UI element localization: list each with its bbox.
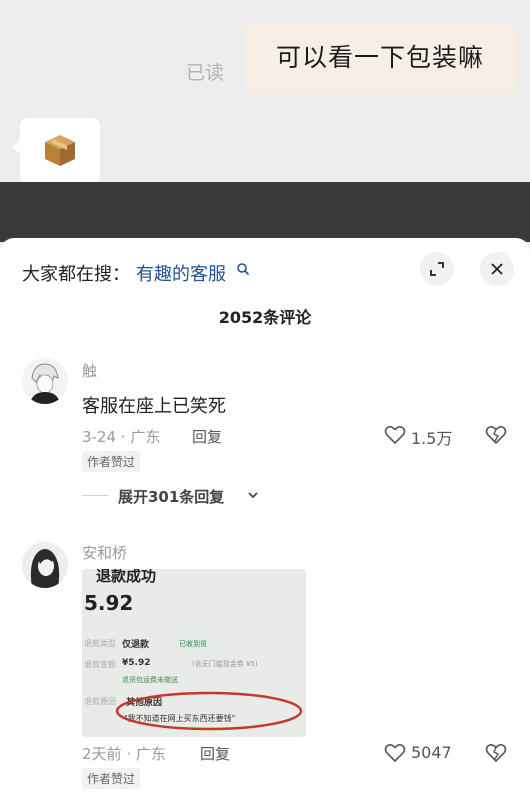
search-icon (237, 263, 250, 276)
like-count: 1.5万 (411, 429, 453, 448)
comment-date-location: 3-24 · 广东 (82, 428, 161, 446)
image-row-tag: 已收到货 (176, 638, 210, 650)
comment-username[interactable]: 安和桥 (82, 542, 127, 563)
close-button[interactable] (480, 252, 514, 286)
expand-divider (82, 495, 108, 496)
comment-sheet: 大家都在搜： 有趣的客服 2052条评论 触 客服在座上已笑死 3-24 · 广… (0, 238, 530, 800)
image-refund-amount: 5.92 (84, 591, 134, 615)
image-refund-title: 退款成功 (96, 569, 157, 585)
received-image-bubble[interactable] (13, 118, 100, 184)
dislike-broken-heart-icon[interactable] (485, 742, 507, 764)
search-prefix-label: 大家都在搜： (22, 264, 130, 285)
sent-message-bubble[interactable]: 可以看一下包装嘛 (244, 22, 516, 94)
dim-overlay (0, 182, 530, 242)
chat-background: 已读 可以看一下包装嘛 (0, 0, 530, 184)
read-status: 已读 (186, 62, 225, 84)
image-row-value: 仅退款 (122, 640, 150, 650)
author-liked-badge: 作者赞过 (82, 451, 141, 472)
reply-button[interactable]: 回复 (192, 426, 222, 447)
avatar-image (22, 358, 68, 404)
heart-icon[interactable] (384, 743, 406, 763)
comment-count: 2052条评论 (218, 308, 312, 327)
package-box-icon (45, 135, 75, 166)
comment-image-refund-screenshot[interactable]: 退款成功 5.92 退款类型 仅退款 已收到货 退款金额 ¥5.92 (含无门槛… (82, 569, 306, 737)
red-circle-annotation (115, 691, 303, 731)
image-row-note: (含无门槛现金券 ¥5) (192, 660, 258, 668)
trending-search-link[interactable]: 有趣的客服 (136, 260, 226, 286)
comment-text: 客服在座上已笑死 (82, 396, 226, 417)
expand-replies-button[interactable]: 展开301条回复 (118, 486, 224, 507)
expand-icon (430, 262, 444, 276)
image-shipping-note: 退货包运费未赠送 (122, 676, 178, 684)
avatar[interactable] (22, 542, 68, 588)
close-icon (491, 263, 503, 275)
like-count: 5047 (411, 743, 452, 762)
comment-date-location: 2天前 · 广东 (82, 745, 166, 763)
image-row-label: 退款金额 (84, 660, 116, 669)
avatar-image (22, 542, 68, 588)
reply-button[interactable]: 回复 (200, 743, 230, 764)
avatar[interactable] (22, 358, 68, 404)
image-row-value: ¥5.92 (122, 658, 151, 668)
image-row-label: 退款原因 (84, 697, 116, 706)
dislike-broken-heart-icon[interactable] (485, 424, 507, 446)
chevron-down-icon[interactable] (247, 490, 259, 500)
comment-username[interactable]: 触 (82, 360, 97, 381)
heart-icon[interactable] (384, 425, 406, 445)
author-liked-badge: 作者赞过 (82, 768, 141, 789)
image-row-label: 退款类型 (84, 639, 116, 648)
fullscreen-button[interactable] (420, 252, 454, 286)
